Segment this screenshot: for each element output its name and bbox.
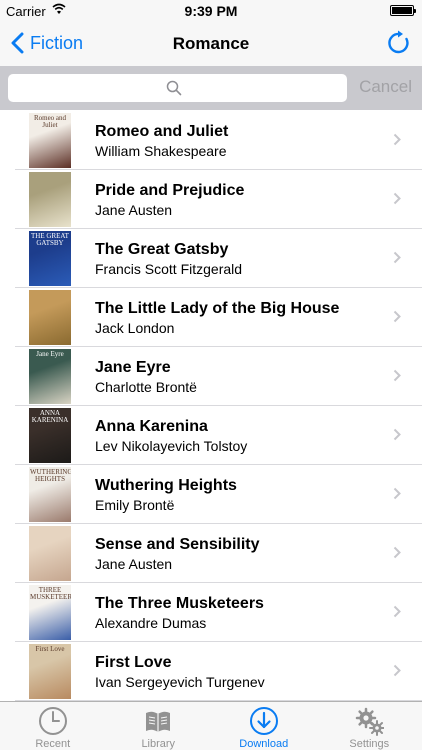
book-cover-image (29, 172, 71, 227)
book-row[interactable]: ANNA KARENINA Anna Karenina Lev Nikolayevi… (0, 406, 422, 465)
tab-library-label: Library (141, 738, 176, 750)
status-time: 9:39 PM (184, 3, 238, 19)
tab-download-label: Download (239, 738, 289, 750)
book-author: Charlotte Brontë (95, 379, 197, 395)
refresh-icon[interactable] (386, 30, 412, 56)
book-cover-text: First Love (35, 645, 65, 653)
book-row[interactable]: THREE MUSKETEERS The Three Musketeers Alex… (0, 583, 422, 642)
tab-recent[interactable]: Recent (0, 702, 106, 750)
tab-library[interactable]: Library (106, 702, 212, 750)
book-author: Jane Austen (95, 202, 173, 218)
battery-icon (390, 5, 416, 16)
book-title: The Great Gatsby (95, 241, 229, 258)
tab-download[interactable]: Download (211, 702, 317, 750)
gears-icon (356, 707, 385, 736)
book-title: Wuthering Heights (95, 477, 237, 494)
book-row[interactable]: First Love First Love Ivan Sergeyevich Tur… (0, 642, 422, 701)
book-cover-text: Romeo and Juliet (33, 114, 67, 129)
book-title: Pride and Prejudice (95, 182, 245, 199)
book-cover-image: WUTHERING HEIGHTS (29, 467, 71, 522)
chevron-left-icon (11, 32, 24, 54)
tab-settings-label: Settings (349, 738, 390, 750)
book-author: Jane Austen (95, 556, 173, 572)
chevron-right-icon (393, 664, 401, 677)
book-title: First Love (95, 654, 172, 671)
search-field[interactable] (8, 74, 347, 102)
book-cover-image: ANNA KARENINA (29, 408, 71, 463)
book-cover-text: THREE MUSKETEERS (30, 586, 71, 601)
book-row[interactable]: Romeo and Juliet Romeo and Juliet William … (0, 111, 422, 170)
cancel-button[interactable]: Cancel (359, 77, 412, 97)
book-cover-text: THE GREAT GATSBY (31, 232, 69, 247)
book-cover-image: Romeo and Juliet (29, 113, 71, 168)
search-icon (166, 80, 182, 96)
book-author: Alexandre Dumas (95, 615, 207, 631)
search-bar: Cancel (0, 66, 422, 110)
book-cover-image: THE GREAT GATSBY (29, 231, 71, 286)
chevron-right-icon (393, 487, 401, 500)
back-button-label: Fiction (30, 32, 84, 53)
book-cover-image (29, 290, 71, 345)
book-row[interactable]: Sense and Sensibility Jane Austen (0, 524, 422, 583)
navigation-bar: Fiction Romance (0, 22, 422, 66)
book-title: Romeo and Juliet (95, 123, 229, 140)
tab-settings[interactable]: Settings (317, 702, 422, 750)
book-author: Lev Nikolayevich Tolstoy (95, 438, 248, 454)
tab-bar: Recent Library Download Settings (0, 701, 422, 750)
status-bar: Carrier 9:39 PM (0, 0, 422, 22)
clock-icon (38, 707, 67, 735)
book-cover-image: First Love (29, 644, 71, 699)
book-author: Jack London (95, 320, 175, 336)
book-cover-image: Jane Eyre (29, 349, 71, 404)
chevron-right-icon (393, 546, 401, 559)
chevron-right-icon (393, 369, 401, 382)
chevron-right-icon (393, 192, 401, 205)
chevron-right-icon (393, 251, 401, 264)
book-cover-text: ANNA KARENINA (31, 409, 69, 424)
book-cover-text: Jane Eyre (36, 350, 64, 358)
book-cover-text: WUTHERING HEIGHTS (30, 468, 71, 483)
chevron-right-icon (393, 605, 401, 618)
chevron-right-icon (393, 133, 401, 146)
book-icon (146, 711, 171, 732)
book-author: Ivan Sergeyevich Turgenev (95, 674, 265, 690)
book-title: The Little Lady of the Big House (95, 300, 340, 317)
book-cover-image (29, 526, 71, 581)
book-title: Anna Karenina (95, 418, 208, 435)
chevron-right-icon (393, 310, 401, 323)
book-list: Romeo and Juliet Romeo and Juliet William … (0, 111, 422, 701)
book-title: Jane Eyre (95, 359, 171, 376)
book-row[interactable]: The Little Lady of the Big House Jack Lon… (0, 288, 422, 347)
download-icon (249, 707, 278, 735)
book-row[interactable]: Pride and Prejudice Jane Austen (0, 170, 422, 229)
book-author: Francis Scott Fitzgerald (95, 261, 243, 277)
book-author: William Shakespeare (95, 143, 227, 159)
book-title: The Three Musketeers (95, 595, 264, 612)
book-author: Emily Brontë (95, 497, 175, 513)
book-row[interactable]: Jane Eyre Jane Eyre Charlotte Brontë (0, 347, 422, 406)
book-row[interactable]: THE GREAT GATSBY The Great Gatsby Francis … (0, 229, 422, 288)
back-button[interactable]: Fiction (10, 32, 83, 54)
tab-recent-label: Recent (35, 738, 71, 750)
book-title: Sense and Sensibility (95, 536, 260, 553)
book-row[interactable]: WUTHERING HEIGHTS Wuthering Heights Emily … (0, 465, 422, 524)
chevron-right-icon (393, 428, 401, 441)
book-cover-image: THREE MUSKETEERS (29, 585, 71, 640)
